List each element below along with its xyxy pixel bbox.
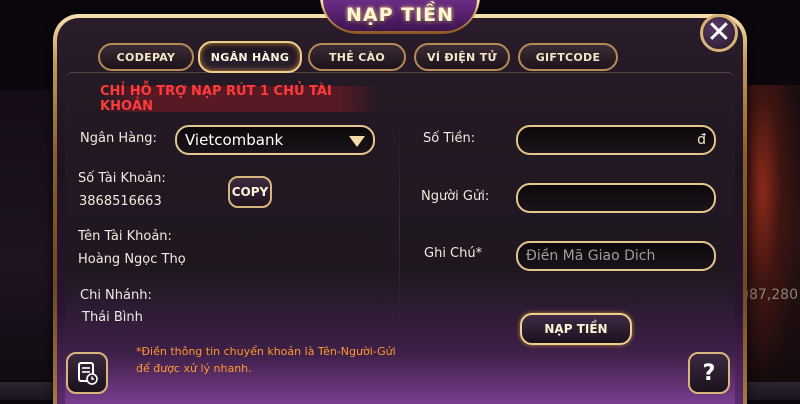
close-button[interactable]: ✕: [700, 14, 738, 52]
dialog-title: NẠP TIỀN: [345, 4, 455, 26]
branch-value: Thái Bình: [82, 310, 143, 325]
branch-label: Chi Nhánh:: [80, 288, 152, 303]
history-icon: [78, 362, 98, 385]
tab-ngan-hang[interactable]: NGÂN HÀNG: [198, 41, 302, 73]
note-input[interactable]: Điền Mã Giao Dich: [516, 241, 716, 271]
account-name-label: Tên Tài Khoản:: [78, 229, 172, 244]
background-right-art: [738, 85, 800, 385]
copy-button[interactable]: COPY: [228, 176, 272, 208]
deposit-submit-button[interactable]: NẠP TIỀN: [520, 313, 632, 345]
title-plate: NẠP TIỀN: [320, 0, 480, 34]
close-icon: ✕: [706, 15, 732, 50]
bank-select[interactable]: Vietcombank: [175, 125, 375, 155]
column-divider: [399, 120, 400, 340]
tab-codepay[interactable]: CODEPAY: [98, 43, 194, 71]
help-button[interactable]: ?: [688, 352, 730, 394]
single-account-warning: CHỈ HỖ TRỢ NẠP RÚT 1 CHỦ TÀI KHOẢN: [100, 84, 380, 114]
transfer-note-line1: *Điền thông tin chuyển khoản là Tên-Ngườ…: [136, 345, 396, 358]
background-left: [0, 90, 60, 380]
history-button[interactable]: [66, 352, 108, 394]
account-name-value: Hoàng Ngọc Thọ: [78, 252, 186, 267]
bank-select-value: Vietcombank: [185, 131, 284, 149]
account-number-value: 3868516663: [79, 194, 162, 209]
note-label: Ghi Chú*: [424, 246, 483, 261]
transfer-note: *Điền thông tin chuyển khoản là Tên-Ngườ…: [136, 343, 416, 377]
account-number-label: Số Tài Khoản:: [78, 171, 166, 186]
transfer-note-line2: để được xử lý nhanh.: [136, 362, 252, 375]
tab-the-cao[interactable]: THẺ CÀO: [308, 43, 406, 71]
amount-label: Số Tiền:: [423, 131, 476, 146]
sender-input[interactable]: [516, 183, 716, 213]
help-icon: ?: [702, 360, 716, 386]
note-placeholder: Điền Mã Giao Dich: [526, 248, 656, 264]
background-balance-number: 087,280: [740, 287, 798, 303]
bank-label: Ngân Hàng:: [80, 131, 157, 146]
sender-label: Người Gửi:: [421, 189, 490, 204]
currency-symbol: đ: [697, 132, 706, 148]
amount-input[interactable]: đ: [516, 125, 716, 155]
chevron-down-icon: [349, 136, 365, 147]
tab-giftcode[interactable]: GIFTCODE: [518, 43, 618, 71]
tab-vi-dien-tu[interactable]: VÍ ĐIỆN TỬ: [414, 43, 510, 71]
